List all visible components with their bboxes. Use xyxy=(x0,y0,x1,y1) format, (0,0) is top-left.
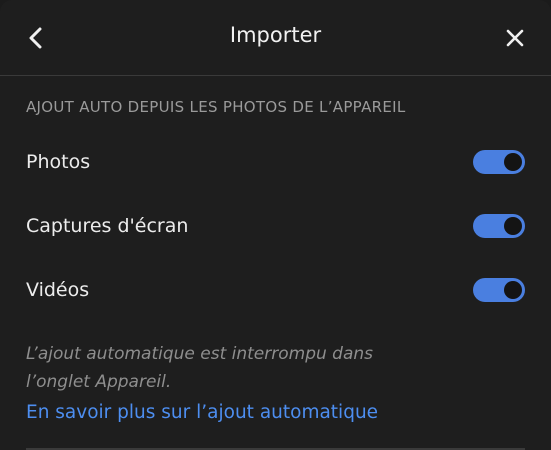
page-title: Importer xyxy=(229,22,322,47)
toggle-row-videos: Vidéos xyxy=(0,258,551,322)
toggle-list: Photos Captures d'écran Vidéos xyxy=(0,130,551,322)
header: Importer xyxy=(0,0,551,76)
toggle-label: Captures d'écran xyxy=(26,215,189,237)
back-button[interactable] xyxy=(22,24,50,52)
toggle-knob xyxy=(504,281,522,299)
toggle-label: Photos xyxy=(26,151,91,173)
screenshots-toggle[interactable] xyxy=(473,214,525,238)
videos-toggle[interactable] xyxy=(473,278,525,302)
section-label: AJOUT AUTO DEPUIS LES PHOTOS DE L’APPARE… xyxy=(26,98,406,116)
close-button[interactable] xyxy=(501,24,529,52)
toggle-label: Vidéos xyxy=(26,279,90,301)
toggle-knob xyxy=(504,217,522,235)
close-icon xyxy=(506,29,524,47)
toggle-knob xyxy=(504,153,522,171)
toggle-row-screenshots: Captures d'écran xyxy=(0,194,551,258)
import-panel: Importer AJOUT AUTO DEPUIS LES PHOTOS DE… xyxy=(0,0,551,450)
learn-more-link[interactable]: En savoir plus sur l’ajout automatique xyxy=(26,402,551,423)
chevron-left-icon xyxy=(29,27,42,49)
photos-toggle[interactable] xyxy=(473,150,525,174)
info-note: L’ajout automatique est interrompu dans … xyxy=(26,344,374,392)
toggle-row-photos: Photos xyxy=(0,130,551,194)
